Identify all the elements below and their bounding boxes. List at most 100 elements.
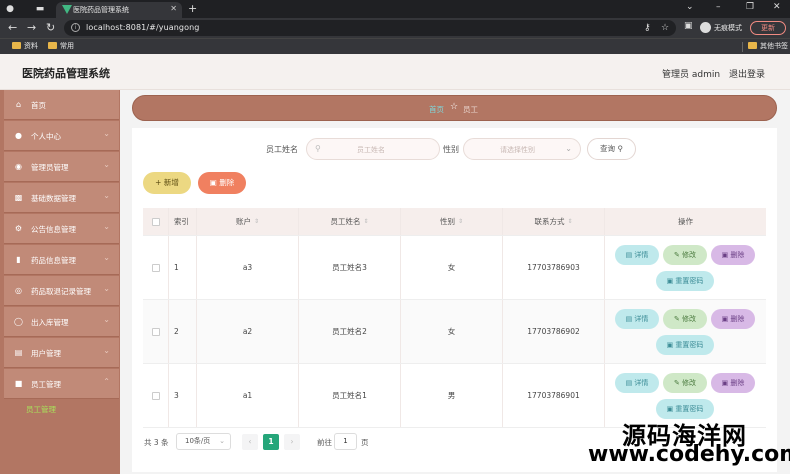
restore-icon[interactable]: ❐ xyxy=(746,2,754,12)
key-icon[interactable]: ⚷ xyxy=(644,23,651,33)
sidebar-item-staff[interactable]: ■ 员工管理 ⌃ xyxy=(4,369,119,399)
cell-sex: 女 xyxy=(401,236,503,299)
row-checkbox[interactable] xyxy=(151,263,160,272)
trash-icon: ▣ xyxy=(666,277,674,285)
sidebar-subitem-staff-manage[interactable]: 员工管理 xyxy=(4,400,119,420)
sidebar-item-notice[interactable]: ⚙ 公告信息管理 ⌄ xyxy=(4,214,119,244)
star-icon: ☆ xyxy=(450,102,459,112)
cell-account: a1 xyxy=(197,364,299,427)
reset-password-button[interactable]: ▣ 重置密码 xyxy=(656,335,714,355)
sex-select[interactable]: 请选择性别 ⌄ xyxy=(463,138,581,160)
sidebar-item-basic-data[interactable]: ▩ 基础数据管理 ⌄ xyxy=(4,183,119,213)
chevron-down-icon: ⌄ xyxy=(103,129,110,138)
doc-icon: ▤ xyxy=(625,251,633,259)
table-row: 2 a2 员工姓名2 女 17703786902 ▤ 详情 ✎ 修改 ▣ 删除 … xyxy=(143,300,766,364)
detail-button[interactable]: ▤ 详情 xyxy=(615,309,659,329)
breadcrumb: 首页 ☆ 员工 xyxy=(132,95,777,121)
cell-index: 1 xyxy=(169,236,197,299)
cell-index: 3 xyxy=(169,364,197,427)
table-header: 索引 账户 ⇕ 员工姓名 ⇕ 性别 ⇕ 联系方式 ⇕ 操作 xyxy=(143,208,766,236)
url-text: localhost:8081/#/yuangong xyxy=(86,23,200,32)
incognito-icon xyxy=(700,22,711,33)
cell-account: a3 xyxy=(197,236,299,299)
detail-button[interactable]: ▤ 详情 xyxy=(615,245,659,265)
folder-icon xyxy=(748,42,757,49)
forward-icon[interactable]: → xyxy=(27,21,36,35)
chevron-down-icon[interactable]: ⌄ xyxy=(686,2,694,12)
pencil-icon: ✎ xyxy=(673,379,680,387)
bookmark-star-icon[interactable]: ☆ xyxy=(661,23,669,33)
page-number-button[interactable]: 1 xyxy=(263,434,279,450)
tab-list-icon[interactable]: ▬ xyxy=(34,3,46,15)
cell-name: 员工姓名3 xyxy=(299,236,401,299)
cell-phone: 17703786901 xyxy=(503,364,605,427)
bookmark-folder-2[interactable]: 常用 xyxy=(48,41,74,51)
back-icon[interactable]: ← xyxy=(8,21,17,35)
close-window-icon[interactable]: ✕ xyxy=(773,2,781,12)
chevron-down-icon: ⌄ xyxy=(565,144,572,153)
edit-button[interactable]: ✎ 修改 xyxy=(663,245,707,265)
search-icon: ⚲ xyxy=(315,144,321,153)
update-button[interactable]: 更新 xyxy=(750,21,786,35)
prev-page-icon[interactable]: ‹ xyxy=(242,434,258,450)
sidebar-item-profile[interactable]: ● 个人中心 ⌄ xyxy=(4,121,119,151)
sidebar-item-drug-info[interactable]: ▮ 药品信息管理 ⌄ xyxy=(4,245,119,275)
name-search-input[interactable]: ⚲ 员工姓名 xyxy=(306,138,440,160)
sidebar-item-warehouse[interactable]: ◯ 出入库管理 ⌄ xyxy=(4,307,119,337)
add-button[interactable]: + 新增 xyxy=(143,172,191,194)
cell-phone: 17703786903 xyxy=(503,236,605,299)
select-all-checkbox[interactable] xyxy=(151,217,160,226)
side-panel-icon[interactable]: ▣ xyxy=(684,21,693,31)
info-icon[interactable]: i xyxy=(71,23,80,32)
sidebar-item-drug-record[interactable]: ◎ 药品取退记录管理 ⌄ xyxy=(4,276,119,306)
header-account[interactable]: 账户 ⇕ xyxy=(197,208,299,235)
sidebar-item-home[interactable]: ⌂ 首页 xyxy=(4,90,119,120)
pencil-icon: ✎ xyxy=(673,315,680,323)
reset-password-button[interactable]: ▣ 重置密码 xyxy=(656,271,714,291)
sidebar-item-admin[interactable]: ◉ 管理员管理 ⌄ xyxy=(4,152,119,182)
new-tab-icon[interactable]: + xyxy=(188,2,197,15)
header-phone[interactable]: 联系方式 ⇕ xyxy=(503,208,605,235)
home-icon: ⌂ xyxy=(15,100,22,109)
trash-icon: ▣ xyxy=(666,405,674,413)
chevron-down-icon: ⌄ xyxy=(103,222,110,231)
remove-button[interactable]: ▣ 删除 xyxy=(711,309,755,329)
delete-button[interactable]: ▣ 删除 xyxy=(198,172,246,194)
edit-button[interactable]: ✎ 修改 xyxy=(663,309,707,329)
logout-link[interactable]: 退出登录 xyxy=(729,67,765,80)
browser-tab-bar: ● ▬ 医院药品管理系统 ✕ + ⌄ – ❐ ✕ xyxy=(0,0,790,18)
reload-icon[interactable]: ↻ xyxy=(46,21,55,35)
row-checkbox[interactable] xyxy=(151,391,160,400)
query-button[interactable]: 查询 ⚲ xyxy=(587,138,636,160)
sort-icon: ⇕ xyxy=(567,218,573,225)
next-page-icon[interactable]: › xyxy=(284,434,300,450)
remove-button[interactable]: ▣ 删除 xyxy=(711,373,755,393)
detail-button[interactable]: ▤ 详情 xyxy=(615,373,659,393)
other-bookmarks[interactable]: 其他书签 xyxy=(748,41,788,51)
sidebar: ⌂ 首页 ● 个人中心 ⌄ ◉ 管理员管理 ⌄ ▩ 基础数据管理 ⌄ ⚙ 公告信… xyxy=(0,90,120,474)
header-name[interactable]: 员工姓名 ⇕ xyxy=(299,208,401,235)
chevron-down-icon: ⌄ xyxy=(219,437,225,445)
chevron-down-icon: ⌄ xyxy=(103,160,110,169)
bookmark-folder-1[interactable]: 资料 xyxy=(12,41,38,51)
folder-icon xyxy=(48,42,57,49)
trash-icon: ▣ xyxy=(721,251,729,259)
close-tab-icon[interactable]: ✕ xyxy=(170,4,177,13)
folder-icon xyxy=(12,42,21,49)
breadcrumb-home[interactable]: 首页 xyxy=(429,104,444,115)
address-bar-row: ← → ↻ i localhost:8081/#/yuangong ⚷ ☆ ▣ … xyxy=(0,18,790,38)
row-checkbox[interactable] xyxy=(151,327,160,336)
edit-button[interactable]: ✎ 修改 xyxy=(663,373,707,393)
sidebar-item-users[interactable]: ▤ 用户管理 ⌄ xyxy=(4,338,119,368)
row-checkbox-cell xyxy=(143,236,169,299)
goto-page-input[interactable]: 1 xyxy=(334,433,357,450)
browser-tab[interactable]: 医院药品管理系统 ✕ xyxy=(56,2,182,18)
table-row: 1 a3 员工姓名3 女 17703786903 ▤ 详情 ✎ 修改 ▣ 删除 … xyxy=(143,236,766,300)
remove-button[interactable]: ▣ 删除 xyxy=(711,245,755,265)
incognito-label: 无痕模式 xyxy=(714,24,742,32)
minimize-icon[interactable]: – xyxy=(716,2,721,12)
header-sex[interactable]: 性别 ⇕ xyxy=(401,208,503,235)
url-input[interactable]: i localhost:8081/#/yuangong ⚷ ☆ xyxy=(64,20,676,36)
page-size-select[interactable]: 10条/页 ⌄ xyxy=(176,433,231,450)
chrome-menu-icon[interactable]: ● xyxy=(4,3,16,15)
